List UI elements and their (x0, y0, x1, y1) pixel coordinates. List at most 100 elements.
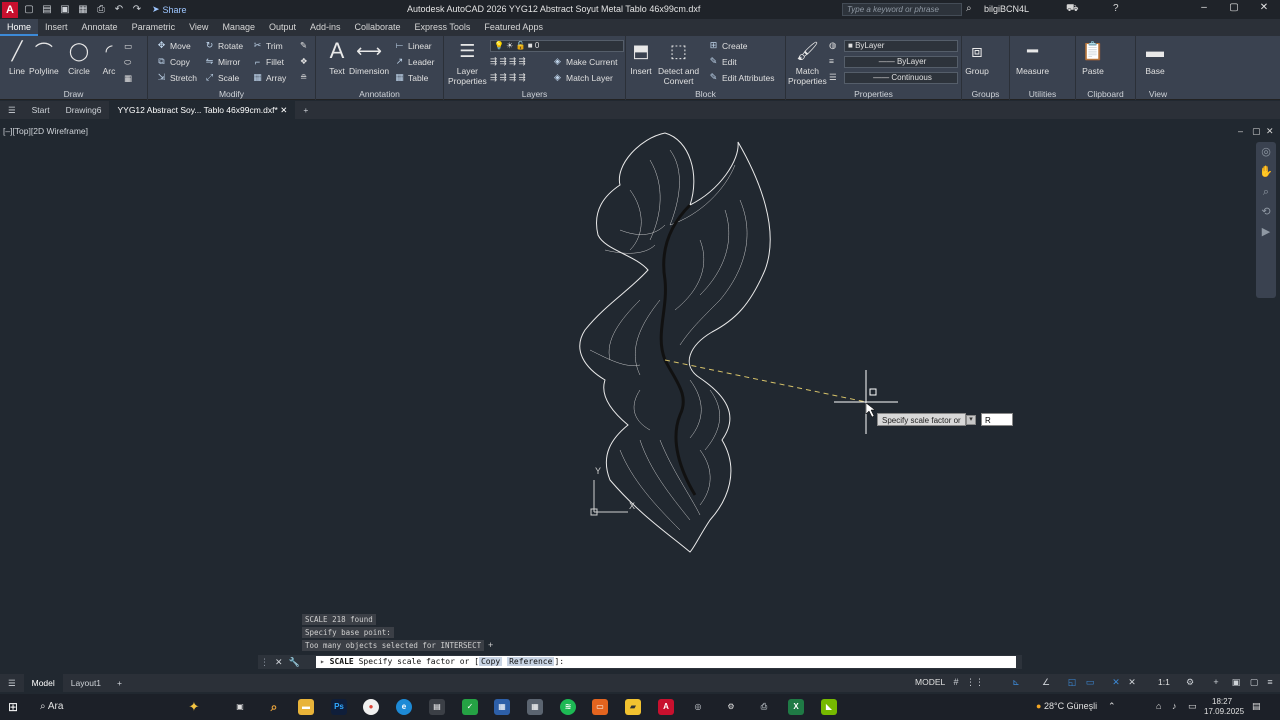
object-track-icon[interactable]: ▭ (1084, 677, 1096, 689)
spotify-icon[interactable]: ≋ (560, 699, 576, 715)
ellipse-icon[interactable]: ⬭ (124, 57, 131, 68)
stretch-button[interactable]: ⇲ Stretch (156, 72, 197, 83)
layer-tools-row-2[interactable]: ⇶ ⇶ ⇶ ⇶ (490, 72, 526, 83)
grid-icon[interactable]: # (950, 677, 962, 689)
file-tab-start[interactable]: Start (24, 101, 58, 119)
command-option-reference[interactable]: Reference (507, 657, 555, 666)
viewport-close-icon[interactable]: ✕ (1266, 126, 1274, 137)
mirror-button[interactable]: ⇋ Mirror (204, 56, 240, 67)
maximize-button[interactable]: ▢ (1224, 2, 1244, 16)
layout-tab-layout1[interactable]: Layout1 (63, 674, 109, 692)
excel-icon[interactable]: X (788, 699, 804, 715)
workspace-icon[interactable]: ✕ (1126, 677, 1138, 689)
layout-tab-model[interactable]: Model (23, 674, 63, 692)
hatch-icon[interactable]: ▦ (124, 73, 132, 84)
utilities-panel-title[interactable]: Utilities (1010, 89, 1075, 99)
tab-manage[interactable]: Manage (215, 19, 262, 36)
orbit-icon[interactable]: ⟲ (1256, 202, 1276, 222)
dimension-button[interactable]: ⟷ Dimension (349, 38, 389, 77)
linetype-dropdown[interactable]: —— Continuous (844, 72, 958, 84)
calculator-icon[interactable]: ▦ (527, 699, 543, 715)
fullscreen-icon[interactable]: ▢ (1248, 677, 1260, 689)
chrome-icon[interactable]: ● (363, 699, 379, 715)
file-tab-current[interactable]: YYG12 Abstract Soy... Tablo 46x99cm.dxf*… (109, 101, 296, 119)
view-panel-title[interactable]: View (1136, 89, 1180, 99)
tab-featured-apps[interactable]: Featured Apps (477, 19, 550, 36)
osnap-icon[interactable]: ◱ (1066, 677, 1078, 689)
create-block-button[interactable]: ⊞ Create (708, 40, 748, 51)
linear-button[interactable]: ⟝ Linear (394, 40, 432, 51)
clock-date[interactable]: 17.09.2025 (1204, 707, 1244, 716)
task-view-icon[interactable]: ▣ (232, 699, 248, 715)
save-as-icon[interactable]: ▦ (76, 3, 90, 17)
circle-button[interactable]: ◯ Circle (66, 38, 92, 77)
tab-annotate[interactable]: Annotate (75, 19, 125, 36)
redo-icon[interactable]: ↷ (130, 3, 144, 17)
tab-express-tools[interactable]: Express Tools (408, 19, 478, 36)
match-properties-button[interactable]: 🖌 Match Properties (788, 38, 827, 87)
navigation-bar[interactable]: ◎ ✋ ⌕ ⟲ ▶ (1256, 142, 1276, 298)
new-tab-icon[interactable]: + (295, 101, 316, 119)
erase-icon[interactable]: ✎ (300, 40, 307, 51)
expand-history-icon[interactable]: + (488, 640, 493, 650)
battery-icon[interactable]: ▭ (1188, 701, 1197, 712)
polar-icon[interactable]: ∠ (1040, 677, 1052, 689)
scale-button[interactable]: ⤢ Scale (204, 72, 239, 83)
command-option-copy[interactable]: Copy (478, 657, 503, 666)
add-icon[interactable]: + (1210, 677, 1222, 689)
customize-status-icon[interactable]: ≡ (1264, 677, 1276, 689)
polyline-button[interactable]: ⌒ Polyline (29, 38, 59, 76)
orange-app-icon[interactable]: ▭ (592, 699, 608, 715)
linetype-icon[interactable]: ☰ (829, 72, 837, 83)
showmotion-icon[interactable]: ▶ (1256, 222, 1276, 242)
layout-menu-icon[interactable]: ☰ (0, 674, 24, 692)
isolate-icon[interactable]: ▣ (1230, 677, 1242, 689)
properties-panel-title[interactable]: Properties (786, 89, 961, 99)
text-button[interactable]: A Text (324, 38, 350, 76)
store-icon[interactable]: ▤ (429, 699, 445, 715)
offset-icon[interactable]: ≘ (300, 72, 307, 83)
edge-icon[interactable]: e (396, 699, 412, 715)
blue-app-icon[interactable]: ▦ (494, 699, 510, 715)
printer-app-icon[interactable]: ⎙ (756, 699, 772, 715)
share-button[interactable]: ➤ Share (152, 4, 187, 15)
tab-parametric[interactable]: Parametric (125, 19, 183, 36)
annotation-scale-value[interactable]: 1:1 (1158, 677, 1170, 687)
snap-icon[interactable]: ⋮⋮ (966, 677, 984, 689)
taskbar-search[interactable]: ⌕ Ara (40, 701, 63, 712)
annotation-scale-icon[interactable]: ✕ (1110, 677, 1122, 689)
help-search-input[interactable]: Type a keyword or phrase (842, 3, 962, 16)
command-close-icon[interactable]: ✕ (275, 657, 283, 668)
dynamic-input-field[interactable]: R (981, 413, 1013, 426)
trim-button[interactable]: ✂ Trim (252, 40, 283, 51)
tab-add-ins[interactable]: Add-ins (303, 19, 348, 36)
edit-attributes-button[interactable]: ✎ Edit Attributes (708, 72, 775, 83)
steering-wheel-icon[interactable]: ◎ (1256, 142, 1276, 162)
draw-panel-title[interactable]: Draw (0, 89, 147, 99)
green-app-icon[interactable]: ✓ (462, 699, 478, 715)
new-layout-icon[interactable]: + (109, 674, 130, 692)
notes-app-icon[interactable]: ▰ (625, 699, 641, 715)
lineweight-dropdown[interactable]: —— ByLayer (844, 56, 958, 68)
clock-time[interactable]: 18:27 (1212, 697, 1232, 706)
drawing-canvas[interactable]: Y X (0, 120, 1280, 672)
match-layer-button[interactable]: ◈ Match Layer (552, 72, 613, 83)
weather-widget[interactable]: ● 28°C Güneşli (1036, 701, 1097, 711)
tab-output[interactable]: Output (262, 19, 303, 36)
annotation-panel-title[interactable]: Annotation (316, 89, 443, 99)
new-file-icon[interactable]: ▢ (22, 3, 36, 17)
insert-button[interactable]: ⬒ Insert (628, 38, 654, 77)
network-icon[interactable]: ⌂ (1156, 701, 1161, 711)
app-icon-generic[interactable]: ◎ (690, 699, 706, 715)
drawing-viewport[interactable]: [–][Top][2D Wireframe] Y X – ▢ ✕ ◎ ✋ ⌕ ⟲… (0, 120, 1280, 672)
open-folder-icon[interactable]: ▤ (40, 3, 54, 17)
autocad-logo-icon[interactable]: A (2, 1, 18, 18)
ortho-icon[interactable]: ⊾ (1010, 677, 1022, 689)
command-customize-icon[interactable]: 🔧 (289, 657, 300, 668)
volume-icon[interactable]: ♪ (1172, 701, 1177, 711)
file-explorer-icon[interactable]: ▬ (298, 699, 314, 715)
command-line-grip-icon[interactable]: ⋮ (260, 657, 269, 668)
print-icon[interactable]: ⎙ (94, 3, 108, 17)
fillet-button[interactable]: ⌐ Fillet (252, 56, 284, 67)
paste-button[interactable]: 📋 Paste (1080, 38, 1106, 77)
